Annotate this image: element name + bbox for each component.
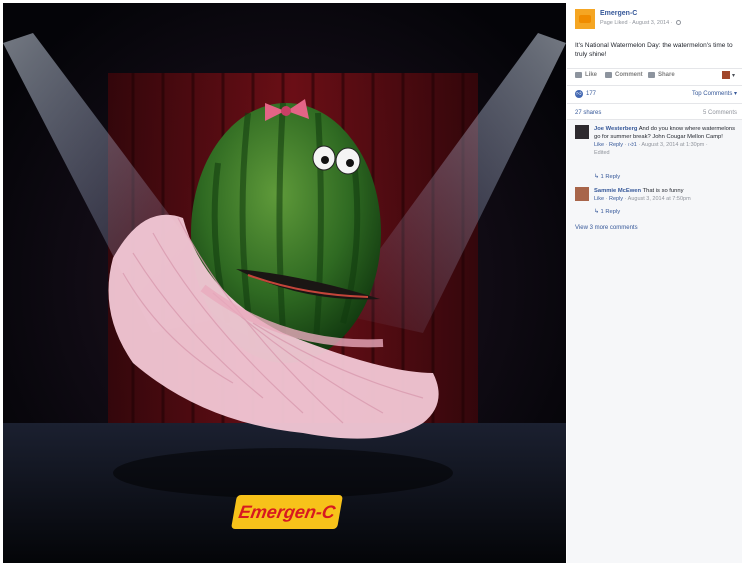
- comment-edited: Edited: [594, 150, 610, 156]
- share-icon: [648, 72, 655, 78]
- post-side-panel: Emergen-C Page Liked · August 3, 2014 · …: [567, 3, 742, 563]
- commenter-name[interactable]: Sammie McEwen: [594, 188, 641, 194]
- shares-link[interactable]: 27 shares: [575, 110, 601, 116]
- watermelon-ballerina-image: [3, 3, 566, 563]
- post-date[interactable]: August 3, 2014: [632, 20, 669, 26]
- comment-body: Joe Westerberg And do you know where wat…: [594, 125, 739, 157]
- reply-arrow-icon: ↳: [594, 209, 599, 215]
- like-badge-icon: 👍︎: [575, 90, 583, 98]
- comment-like-count[interactable]: 1: [634, 142, 637, 148]
- divider: [567, 68, 742, 69]
- commenter-avatar[interactable]: [575, 125, 589, 139]
- top-comments-dropdown[interactable]: Top Comments ▾: [692, 90, 737, 97]
- post-actions: Like Comment Share ▾: [575, 71, 738, 83]
- page-name-link[interactable]: Emergen-C: [600, 10, 637, 17]
- replies-label: 1 Reply: [600, 174, 621, 180]
- brand-logo-text: Emergen-C: [237, 501, 337, 522]
- comment-body: Sammie McEwen That is so funny Like · Re…: [594, 187, 739, 203]
- share-label: Share: [658, 72, 675, 78]
- page-avatar[interactable]: [575, 9, 595, 29]
- divider: [567, 103, 742, 104]
- comment-time[interactable]: August 3, 2014 at 1:30pm: [641, 142, 704, 148]
- comment-reply-link[interactable]: Reply: [609, 196, 623, 202]
- comment-like-link[interactable]: Like: [594, 142, 604, 148]
- view-more-comments-link[interactable]: View 3 more comments: [575, 225, 638, 231]
- divider: [567, 119, 742, 120]
- thumbs-up-icon: [575, 72, 582, 78]
- like-count-value: 177: [586, 91, 597, 97]
- comment-count: 5 Comments: [702, 110, 737, 116]
- like-label: Like: [585, 72, 598, 78]
- reply-arrow-icon: ↳: [594, 174, 599, 180]
- comment-text: That is so funny: [642, 188, 684, 194]
- comment-meta: Like · Reply · August 3, 2014 at 7:50pm: [594, 196, 691, 202]
- divider: [567, 85, 742, 86]
- commenter-avatar[interactable]: [575, 187, 589, 201]
- replies-label: 1 Reply: [600, 209, 621, 215]
- commenter-name[interactable]: Joe Westerberg: [594, 126, 637, 132]
- comment-label: Comment: [615, 72, 643, 78]
- comment-time[interactable]: August 3, 2014 at 7:50pm: [628, 196, 691, 202]
- brand-logo: Emergen-C: [231, 495, 343, 529]
- globe-icon: [676, 20, 682, 26]
- comment-meta: Like · Reply · 👍︎1 · August 3, 2014 at 1…: [594, 142, 708, 156]
- chevron-down-icon: ▾: [731, 72, 735, 79]
- viewer-avatar: [721, 71, 730, 79]
- comment-reply-link[interactable]: Reply: [609, 142, 623, 148]
- post-meta: Page Liked · August 3, 2014 ·: [600, 20, 682, 26]
- post-text: It's National Watermelon Day: the waterm…: [575, 42, 733, 58]
- replies-link[interactable]: ↳ 1 Reply: [594, 174, 620, 180]
- like-count[interactable]: 👍︎ 177: [575, 90, 596, 98]
- comment-like-link[interactable]: Like: [594, 196, 604, 202]
- like-button[interactable]: Like: [575, 72, 597, 78]
- share-button[interactable]: Share: [648, 72, 675, 78]
- comments-area: [567, 119, 742, 563]
- comment-icon: [605, 72, 612, 78]
- post-photo[interactable]: Emergen-C: [3, 3, 566, 563]
- viewer-selector[interactable]: ▾: [721, 71, 735, 79]
- comment-button[interactable]: Comment: [605, 72, 643, 78]
- meta-prefix: Page Liked: [600, 20, 628, 26]
- replies-link[interactable]: ↳ 1 Reply: [594, 209, 620, 215]
